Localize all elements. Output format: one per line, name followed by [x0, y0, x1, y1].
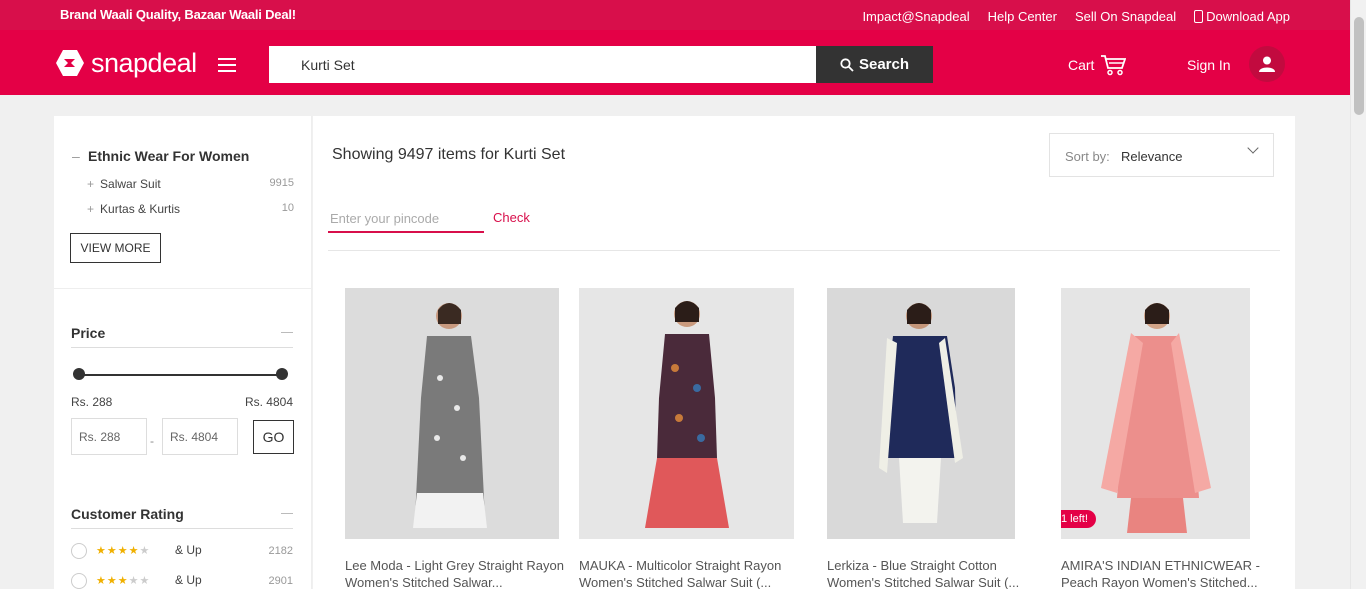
search-input[interactable] — [269, 46, 816, 83]
category-label: Salwar Suit — [100, 177, 161, 191]
download-app-link[interactable]: Download App — [1194, 9, 1290, 24]
user-icon — [1259, 56, 1275, 72]
search-button-label: Search — [858, 56, 910, 73]
page-scrollbar[interactable] — [1350, 0, 1366, 589]
snapdeal-logo[interactable]: snapdeal — [55, 49, 197, 77]
view-more-button[interactable]: VIEW MORE — [70, 233, 161, 263]
product-card[interactable]: Lee Moda - Light Grey Straight Rayon Wom… — [345, 288, 564, 589]
star-rating-icon: ★★★★★ — [96, 545, 151, 557]
sell-on-snapdeal-link[interactable]: Sell On Snapdeal — [1075, 9, 1176, 24]
rating-radio[interactable] — [71, 573, 87, 589]
pincode-input[interactable] — [328, 205, 484, 233]
pincode-check-button[interactable]: Check — [493, 210, 530, 225]
rating-title-text: Customer Rating — [71, 506, 184, 522]
rating-radio[interactable] — [71, 543, 87, 559]
price-max-input[interactable] — [162, 418, 238, 455]
menu-icon[interactable] — [218, 58, 236, 72]
rating-option-3[interactable]: ★★★★★ & Up 2901 — [71, 573, 293, 589]
product-image[interactable] — [827, 288, 1015, 539]
tagline: Brand Waali Quality, Bazaar Waali Deal! — [60, 7, 296, 22]
sort-value: Relevance — [1121, 149, 1183, 164]
stock-badge: 1 left! — [1061, 510, 1096, 528]
top-links: Impact@Snapdeal Help Center Sell On Snap… — [862, 9, 1290, 24]
scrollbar-thumb[interactable] — [1354, 17, 1364, 115]
plus-icon: + — [87, 202, 95, 216]
price-slider-max-handle[interactable] — [276, 368, 288, 380]
chevron-down-icon — [1247, 142, 1259, 154]
collapse-icon — [281, 332, 293, 333]
product-title[interactable]: AMIRA'S INDIAN ETHNICWEAR - Peach Rayon … — [1061, 557, 1281, 589]
product-title[interactable]: MAUKA - Multicolor Straight Rayon Women'… — [579, 557, 799, 589]
divider — [54, 288, 312, 289]
price-max-label: Rs. 4804 — [244, 395, 293, 409]
search-button[interactable]: Search — [816, 46, 933, 83]
sort-label: Sort by: — [1065, 149, 1110, 164]
snapdeal-logo-icon — [55, 49, 85, 77]
rating-label: & Up — [175, 543, 202, 557]
category-item-kurtas[interactable]: + Kurtas & Kurtis 10 — [87, 202, 294, 216]
results-panel: Showing 9497 items for Kurti Set Sort by… — [313, 116, 1295, 589]
phone-icon — [1194, 10, 1204, 23]
filter-sidebar: – Ethnic Wear For Women + Salwar Suit 991… — [54, 116, 312, 589]
product-title[interactable]: Lee Moda - Light Grey Straight Rayon Wom… — [345, 557, 565, 589]
logo-text: snapdeal — [91, 48, 197, 78]
price-title-text: Price — [71, 325, 106, 341]
product-card[interactable]: MAUKA - Multicolor Straight Rayon Women'… — [579, 288, 794, 589]
download-app-label: Download App — [1206, 9, 1290, 24]
collapse-icon — [281, 513, 293, 514]
category-count: 10 — [281, 202, 294, 214]
category-item-salwar-suit[interactable]: + Salwar Suit 9915 — [87, 177, 294, 191]
help-center-link[interactable]: Help Center — [988, 9, 1057, 24]
product-image[interactable] — [579, 288, 794, 539]
rating-count: 2182 — [268, 545, 293, 557]
star-rating-icon: ★★★★★ — [96, 575, 151, 587]
rating-count: 2901 — [268, 575, 293, 587]
plus-icon: + — [87, 177, 95, 191]
customer-rating-title[interactable]: Customer Rating — [71, 506, 293, 529]
category-count: 9915 — [269, 177, 294, 189]
rating-option-4[interactable]: ★★★★★ & Up 2182 — [71, 543, 293, 563]
product-card[interactable]: Lerkiza - Blue Straight Cotton Women's S… — [827, 288, 1019, 589]
price-min-label: Rs. 288 — [71, 395, 113, 409]
divider — [328, 250, 1280, 251]
user-avatar[interactable] — [1249, 46, 1285, 82]
price-filter-title[interactable]: Price — [71, 325, 293, 348]
price-slider-min-handle[interactable] — [73, 368, 85, 380]
price-slider-track[interactable] — [79, 374, 282, 376]
price-range-dash: - — [150, 434, 154, 448]
product-image[interactable]: 1 left! — [1061, 288, 1250, 539]
product-title[interactable]: Lerkiza - Blue Straight Cotton Women's S… — [827, 557, 1047, 589]
cart-button[interactable]: Cart — [1068, 54, 1127, 76]
category-label: Kurtas & Kurtis — [100, 202, 181, 216]
results-count: Showing 9497 items for Kurti Set — [332, 146, 566, 163]
price-go-button[interactable]: GO — [253, 420, 294, 454]
price-min-input[interactable] — [71, 418, 147, 455]
collapse-icon: – — [72, 148, 80, 164]
product-image[interactable] — [345, 288, 559, 539]
rating-label: & Up — [175, 573, 202, 587]
cart-label: Cart — [1068, 57, 1095, 73]
search-icon — [840, 57, 854, 72]
category-heading[interactable]: – Ethnic Wear For Women — [72, 148, 249, 164]
header: snapdeal Search Cart Sign In — [0, 30, 1350, 95]
top-bar: Brand Waali Quality, Bazaar Waali Deal! … — [0, 0, 1350, 30]
sign-in-link[interactable]: Sign In — [1187, 57, 1231, 73]
cart-icon — [1101, 55, 1127, 76]
sort-dropdown[interactable]: Sort by: Relevance — [1049, 133, 1274, 177]
product-card[interactable]: 1 left! AMIRA'S INDIAN ETHNICWEAR - Peac… — [1061, 288, 1260, 589]
category-title: Ethnic Wear For Women — [88, 148, 250, 164]
impact-link[interactable]: Impact@Snapdeal — [862, 9, 969, 24]
